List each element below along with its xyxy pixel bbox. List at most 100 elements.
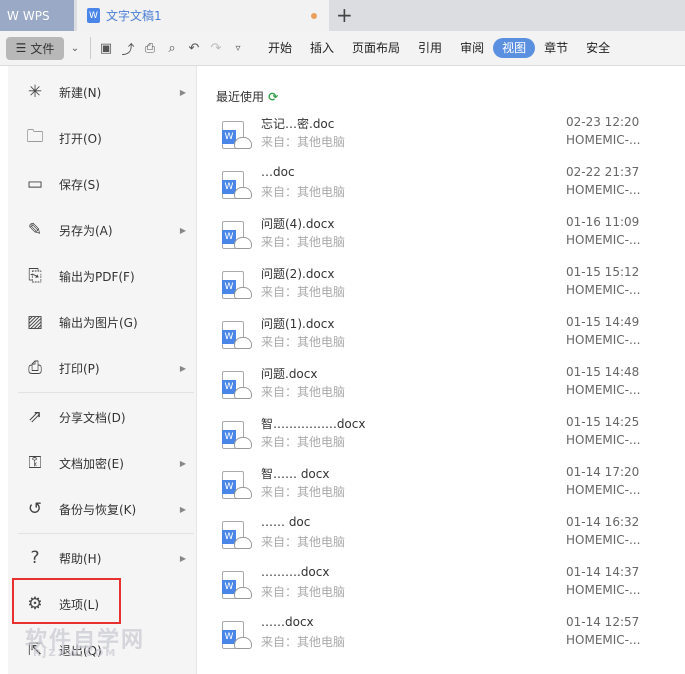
file-name: 问题(2).docx	[261, 267, 335, 281]
cloud-icon	[234, 487, 252, 499]
wps-home-tab[interactable]: W WPS	[0, 0, 74, 31]
file-source: 来自：其他电脑	[261, 435, 346, 449]
tab-insert[interactable]: 插入	[301, 38, 343, 58]
tab-references[interactable]: 引用	[409, 38, 451, 58]
cloud-icon	[234, 187, 252, 199]
highlight-box	[12, 578, 121, 624]
file-date: 01-16 11:09	[566, 215, 640, 229]
file-name: 问题(4).docx	[261, 217, 335, 231]
menu-item-label: 输出为PDF(F)	[59, 269, 135, 284]
menu-item-label: 打印(P)	[59, 361, 100, 376]
cloud-icon	[234, 137, 252, 149]
new-tab-button[interactable]: +	[336, 3, 353, 27]
file-device: HOMEMIC-...	[566, 533, 641, 547]
save-icon: ▭	[26, 174, 44, 194]
file-name: 问题(1).docx	[261, 317, 335, 331]
recent-file-item[interactable]: W 忘记…密.doc 来自：其他电脑 02-23 12:20 HOMEMIC-.…	[222, 115, 685, 171]
file-name: 智…… docx	[261, 467, 330, 481]
export-icon[interactable]: ⤴	[117, 39, 139, 58]
watermark: 软件自学网 RJZXW.COM	[25, 628, 146, 659]
file-menu-button[interactable]: ☰ 文件	[6, 36, 64, 60]
recent-file-item[interactable]: W 问题.docx 来自：其他电脑 01-15 14:48 HOMEMIC-..…	[222, 365, 685, 421]
chevron-right-icon: ▶	[179, 458, 186, 468]
file-source: 来自：其他电脑	[261, 385, 346, 399]
file-device: HOMEMIC-...	[566, 633, 641, 647]
menu-item-6[interactable]: ⎙ 打印(P) ▶	[8, 348, 196, 388]
chevron-right-icon: ▶	[179, 553, 186, 563]
recent-file-item[interactable]: W 问题(4).docx 来自：其他电脑 01-16 11:09 HOMEMIC…	[222, 215, 685, 271]
file-device: HOMEMIC-...	[566, 133, 641, 147]
file-source: 来自：其他电脑	[261, 485, 346, 499]
wps-logo-icon: W	[7, 8, 19, 23]
file-source: 来自：其他电脑	[261, 635, 346, 649]
file-source: 来自：其他电脑	[261, 285, 346, 299]
menu-item-1[interactable]: 🗀 打开(O)	[8, 118, 196, 158]
menu-item-3[interactable]: ✎ 另存为(A) ▶	[8, 210, 196, 250]
more-dropdown-icon[interactable]: ▿	[227, 43, 249, 54]
new-doc-icon: ✳	[27, 82, 43, 102]
word-doc-icon: W	[87, 8, 100, 23]
lock-doc-icon: ⚿	[28, 453, 42, 473]
menu-item-4[interactable]: ⎘ 输出为PDF(F)	[8, 256, 196, 296]
cloud-icon	[234, 437, 252, 449]
image-icon: ▨	[26, 312, 44, 332]
tab-layout[interactable]: 页面布局	[343, 38, 409, 58]
menu-item-2[interactable]: ▭ 保存(S)	[8, 164, 196, 204]
file-date: 01-14 14:37	[566, 565, 640, 579]
file-date: 01-14 16:32	[566, 515, 640, 529]
file-date: 01-15 14:25	[566, 415, 640, 429]
cloud-icon	[234, 587, 252, 599]
file-source: 来自：其他电脑	[261, 235, 346, 249]
menu-item-5[interactable]: ▨ 输出为图片(G)	[8, 302, 196, 342]
file-source: 来自：其他电脑	[261, 135, 346, 149]
menu-item-label: 备份与恢复(K)	[59, 502, 137, 517]
file-name: 智…………….docx	[261, 417, 366, 431]
menu-item-7[interactable]: ⇗ 分享文档(D)	[8, 397, 196, 437]
tab-chapter[interactable]: 章节	[535, 38, 577, 58]
print-preview-icon[interactable]: ⌕	[161, 41, 183, 56]
file-name: 问题.docx	[261, 367, 318, 381]
document-tab[interactable]: W 文字文稿1	[77, 0, 329, 31]
menu-item-label: 分享文档(D)	[59, 410, 126, 425]
cloud-icon	[234, 337, 252, 349]
recent-file-item[interactable]: W 智…… docx 来自：其他电脑 01-14 17:20 HOMEMIC-.…	[222, 465, 685, 521]
recent-file-item[interactable]: W 智…………….docx 来自：其他电脑 01-15 14:25 HOMEMI…	[222, 415, 685, 471]
file-source: 来自：其他电脑	[261, 535, 346, 549]
menu-item-9[interactable]: ↺ 备份与恢复(K) ▶	[8, 489, 196, 529]
recent-file-item[interactable]: W …… doc 来自：其他电脑 01-14 16:32 HOMEMIC-...	[222, 515, 685, 571]
recent-file-item[interactable]: W ……docx 来自：其他电脑 01-14 12:57 HOMEMIC-...	[222, 615, 685, 671]
tab-home[interactable]: 开始	[259, 38, 301, 58]
file-date: 01-14 12:57	[566, 615, 640, 629]
file-device: HOMEMIC-...	[566, 233, 641, 247]
print-icon: ⎙	[28, 358, 42, 378]
divider	[18, 392, 194, 393]
tab-security[interactable]: 安全	[577, 38, 619, 58]
save-icon[interactable]: ▣	[95, 41, 117, 56]
menu-item-0[interactable]: ✳ 新建(N) ▶	[8, 72, 196, 112]
cloud-icon	[234, 287, 252, 299]
file-name: …doc	[261, 165, 295, 179]
save-as-icon: ✎	[27, 220, 43, 240]
recent-file-item[interactable]: W ……….docx 来自：其他电脑 01-14 14:37 HOMEMIC-.…	[222, 565, 685, 621]
menu-item-label: 文档加密(E)	[59, 456, 124, 471]
tab-review[interactable]: 审阅	[451, 38, 493, 58]
file-date: 01-15 14:49	[566, 315, 640, 329]
print-icon[interactable]: ⎙	[139, 41, 161, 56]
recent-file-item[interactable]: W 问题(2).docx 来自：其他电脑 01-15 15:12 HOMEMIC…	[222, 265, 685, 321]
redo-icon[interactable]: ↷	[205, 41, 227, 56]
tab-view[interactable]: 视图	[493, 38, 536, 58]
help-icon: ?	[30, 548, 40, 568]
cloud-icon	[234, 237, 252, 249]
undo-icon[interactable]: ↶	[183, 41, 205, 56]
menu-item-8[interactable]: ⚿ 文档加密(E) ▶	[8, 443, 196, 483]
file-device: HOMEMIC-...	[566, 433, 641, 447]
menu-item-label: 输出为图片(G)	[59, 315, 138, 330]
chevron-down-icon[interactable]: ⌄	[64, 43, 86, 54]
refresh-icon[interactable]: ⟳	[264, 90, 278, 104]
recent-file-item[interactable]: W 问题(1).docx 来自：其他电脑 01-15 14:49 HOMEMIC…	[222, 315, 685, 371]
file-date: 02-22 21:37	[566, 165, 640, 179]
menu-item-10[interactable]: ? 帮助(H) ▶	[8, 538, 196, 578]
recent-file-item[interactable]: W …doc 来自：其他电脑 02-22 21:37 HOMEMIC-...	[222, 165, 685, 221]
hamburger-icon: ☰	[15, 41, 27, 55]
backup-icon: ↺	[27, 499, 43, 519]
